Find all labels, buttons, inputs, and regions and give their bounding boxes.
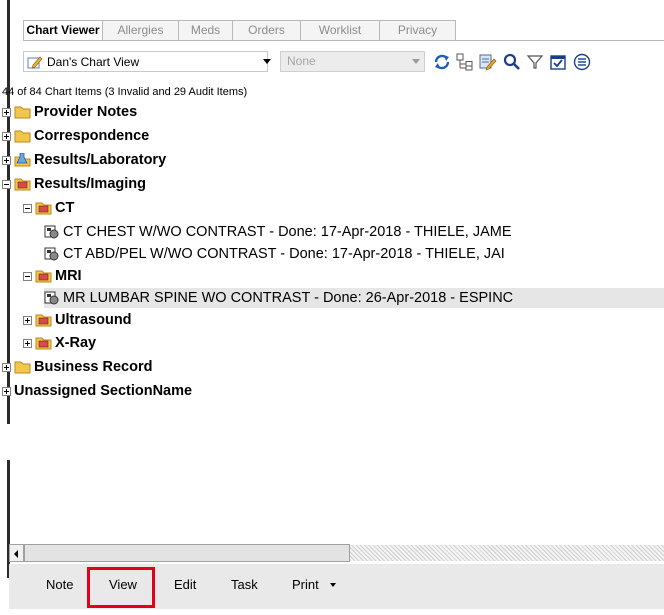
tree-item-label: CT bbox=[55, 200, 75, 216]
tab-privacy[interactable]: Privacy bbox=[379, 20, 456, 40]
tree-item-ct[interactable]: CT bbox=[23, 198, 74, 218]
horizontal-scrollbar[interactable] bbox=[9, 544, 664, 562]
expand-icon[interactable] bbox=[2, 386, 11, 396]
tree-item-business-record[interactable]: Business Record bbox=[2, 357, 152, 377]
tab-divider bbox=[23, 40, 664, 41]
tree-item-ultrasound[interactable]: Ultrasound bbox=[23, 310, 132, 330]
filter-select[interactable]: None bbox=[280, 51, 425, 72]
tree-item-label: Unassigned SectionName bbox=[14, 383, 193, 399]
tree-item-results-laboratory[interactable]: Results/Laboratory bbox=[2, 150, 166, 170]
imaging-folder-icon bbox=[35, 202, 52, 215]
tree-item-label: Business Record bbox=[34, 359, 153, 375]
chevron-down-icon[interactable] bbox=[330, 583, 336, 587]
edit-button[interactable]: Edit bbox=[174, 577, 196, 592]
tree-item-label: Correspondence bbox=[34, 128, 150, 144]
folder-icon bbox=[14, 130, 31, 143]
tab-allergies[interactable]: Allergies bbox=[102, 20, 179, 40]
image-document-icon bbox=[44, 291, 59, 305]
imaging-folder-icon bbox=[35, 270, 52, 283]
folder-icon bbox=[14, 106, 31, 119]
tree-expand-icon[interactable] bbox=[456, 53, 474, 71]
collapse-icon[interactable] bbox=[23, 203, 32, 213]
refresh-icon[interactable] bbox=[433, 53, 451, 71]
expand-icon[interactable] bbox=[2, 362, 11, 372]
tree-item-mri[interactable]: MRI bbox=[23, 266, 82, 286]
edit-note-icon[interactable] bbox=[479, 53, 497, 71]
tree-item-label: Provider Notes bbox=[34, 104, 138, 120]
tree-item-label: CT ABD/PEL W/WO CONTRAST - Done: 17-Apr-… bbox=[63, 246, 505, 262]
tree-item-provider-notes[interactable]: Provider Notes bbox=[2, 102, 137, 122]
lab-flask-folder-icon bbox=[14, 153, 31, 167]
tree-item-correspondence[interactable]: Correspondence bbox=[2, 126, 149, 146]
chart-toolbar: Dan's Chart View None bbox=[23, 51, 664, 73]
tree-item-label: MR LUMBAR SPINE WO CONTRAST - Done: 26-A… bbox=[63, 290, 514, 306]
expand-icon[interactable] bbox=[23, 315, 32, 325]
tree-item-results-imaging[interactable]: Results/Imaging bbox=[2, 174, 146, 194]
tab-meds[interactable]: Meds bbox=[178, 20, 233, 40]
tree-item-label: Results/Imaging bbox=[34, 176, 146, 192]
chart-items-count: 44 of 84 Chart Items (3 Invalid and 29 A… bbox=[2, 86, 248, 98]
image-document-icon bbox=[44, 225, 59, 239]
tree-item-x-ray[interactable]: X-Ray bbox=[23, 333, 96, 353]
imaging-folder-icon bbox=[35, 337, 52, 350]
note-button[interactable]: Note bbox=[46, 577, 73, 592]
filter-icon[interactable] bbox=[526, 53, 544, 71]
expand-icon[interactable] bbox=[2, 155, 11, 165]
chevron-down-icon bbox=[412, 59, 420, 64]
chart-view-select[interactable]: Dan's Chart View bbox=[23, 51, 268, 72]
imaging-folder-icon bbox=[35, 314, 52, 327]
expand-icon[interactable] bbox=[23, 338, 32, 348]
tab-worklist[interactable]: Worklist bbox=[300, 20, 380, 40]
folder-icon bbox=[14, 361, 31, 374]
filter-value: None bbox=[287, 54, 316, 68]
chart-view-value: Dan's Chart View bbox=[47, 54, 140, 69]
tab-bar: Chart Viewer Allergies Meds Orders Workl… bbox=[23, 20, 456, 41]
scrollbar-track[interactable] bbox=[350, 545, 664, 561]
tree-item-label: X-Ray bbox=[55, 335, 97, 351]
edit-view-icon bbox=[27, 56, 43, 68]
tree-item-document-selected[interactable]: MR LUMBAR SPINE WO CONTRAST - Done: 26-A… bbox=[44, 288, 664, 308]
chevron-down-icon[interactable] bbox=[263, 59, 271, 64]
tree-item-document[interactable]: CT CHEST W/WO CONTRAST - Done: 17-Apr-20… bbox=[44, 222, 512, 242]
tree-item-label: MRI bbox=[55, 268, 82, 284]
image-document-icon bbox=[44, 247, 59, 261]
view-button-highlight bbox=[87, 567, 155, 608]
print-button[interactable]: Print bbox=[292, 577, 319, 592]
tree-item-unassigned-section[interactable]: Unassigned SectionName bbox=[2, 381, 192, 401]
search-icon[interactable] bbox=[503, 53, 521, 71]
calendar-check-icon[interactable] bbox=[549, 53, 567, 71]
tree-item-label: CT CHEST W/WO CONTRAST - Done: 17-Apr-20… bbox=[63, 224, 512, 240]
tree-item-document[interactable]: CT ABD/PEL W/WO CONTRAST - Done: 17-Apr-… bbox=[44, 244, 505, 264]
menu-icon[interactable] bbox=[573, 53, 591, 71]
tree-item-label: Ultrasound bbox=[55, 312, 132, 328]
collapse-icon[interactable] bbox=[2, 179, 11, 189]
imaging-folder-icon bbox=[14, 178, 31, 191]
expand-icon[interactable] bbox=[2, 131, 11, 141]
expand-icon[interactable] bbox=[2, 107, 11, 117]
collapse-icon[interactable] bbox=[23, 271, 32, 281]
scroll-left-button[interactable] bbox=[9, 544, 24, 562]
tab-chart-viewer[interactable]: Chart Viewer bbox=[23, 20, 103, 41]
scrollbar-thumb[interactable] bbox=[24, 544, 350, 562]
task-button[interactable]: Task bbox=[231, 577, 258, 592]
tab-orders[interactable]: Orders bbox=[232, 20, 301, 40]
tree-item-label: Results/Laboratory bbox=[34, 152, 167, 168]
